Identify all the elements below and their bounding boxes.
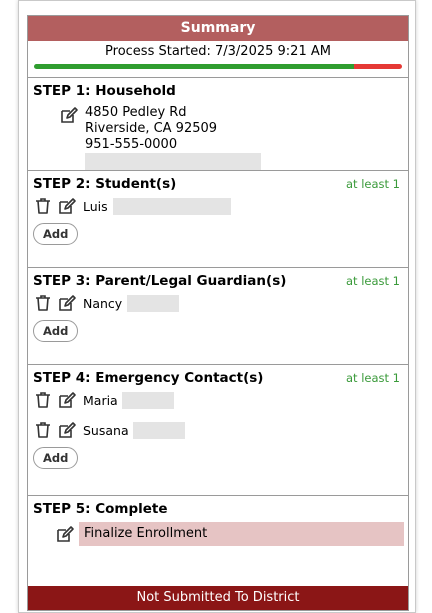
household-phone: 951-555-0000: [85, 137, 178, 152]
summary-panel: Summary Process Started: 7/3/2025 9:21 A…: [27, 15, 409, 611]
household-info: 4850 Pedley Rd Riverside, CA 92509 951-5…: [59, 105, 404, 170]
step-complete: STEP 5: Complete Finalize Enrollment: [28, 495, 408, 560]
edit-icon[interactable]: [57, 196, 77, 216]
list-item: Nancy: [33, 290, 404, 316]
step-emergency-contacts: STEP 4: Emergency Contact(s) at least 1 …: [28, 364, 408, 495]
trash-icon[interactable]: [33, 390, 53, 410]
requirement-note: at least 1: [345, 274, 400, 288]
requirement-note: at least 1: [345, 177, 400, 191]
list-item: Luis: [33, 193, 404, 219]
edit-icon[interactable]: [57, 420, 77, 440]
trash-icon[interactable]: [33, 420, 53, 440]
progress-bar: [34, 64, 402, 69]
step-title: STEP 5: Complete: [33, 501, 168, 517]
household-address: 4850 Pedley Rd Riverside, CA 92509 951-5…: [85, 105, 261, 170]
process-started-text: Process Started: 7/3/2025 9:21 AM: [105, 44, 331, 59]
finalize-enrollment-link[interactable]: Finalize Enrollment: [79, 522, 404, 546]
step-guardians: STEP 3: Parent/Legal Guardian(s) at leas…: [28, 267, 408, 364]
address-line1: 4850 Pedley Rd: [85, 105, 187, 120]
step-students: STEP 2: Student(s) at least 1 Luis Add: [28, 170, 408, 267]
redacted-field: [85, 153, 261, 170]
student-name: Luis: [83, 198, 108, 214]
finalize-row: Finalize Enrollment: [55, 522, 404, 546]
contact-name: Susana: [83, 422, 129, 438]
requirement-note: at least 1: [345, 371, 400, 385]
list-item: Maria: [33, 387, 404, 413]
add-student-button[interactable]: Add: [33, 223, 79, 245]
add-contact-button[interactable]: Add: [33, 447, 79, 469]
add-guardian-button[interactable]: Add: [33, 320, 79, 342]
step-household: STEP 1: Household 4850 Pedley Rd Riversi…: [28, 77, 408, 170]
progress-bar-done: [34, 64, 355, 69]
list-item: Susana: [33, 417, 404, 443]
guardian-name: Nancy: [83, 295, 123, 311]
redacted-field: [112, 197, 231, 215]
edit-icon[interactable]: [59, 105, 79, 125]
submission-status: Not Submitted To District: [28, 586, 408, 610]
redacted-field: [127, 294, 180, 312]
edit-icon[interactable]: [57, 390, 77, 410]
redacted-field: [121, 391, 174, 409]
trash-icon[interactable]: [33, 196, 53, 216]
summary-title: Summary: [28, 16, 408, 41]
progress-bar-remaining: [354, 64, 402, 69]
redacted-field: [132, 421, 185, 439]
trash-icon[interactable]: [33, 293, 53, 313]
edit-icon[interactable]: [55, 524, 75, 544]
contact-name: Maria: [83, 392, 118, 408]
edit-icon[interactable]: [57, 293, 77, 313]
address-line2: Riverside, CA 92509: [85, 121, 218, 136]
step-title: STEP 1: Household: [33, 83, 176, 99]
